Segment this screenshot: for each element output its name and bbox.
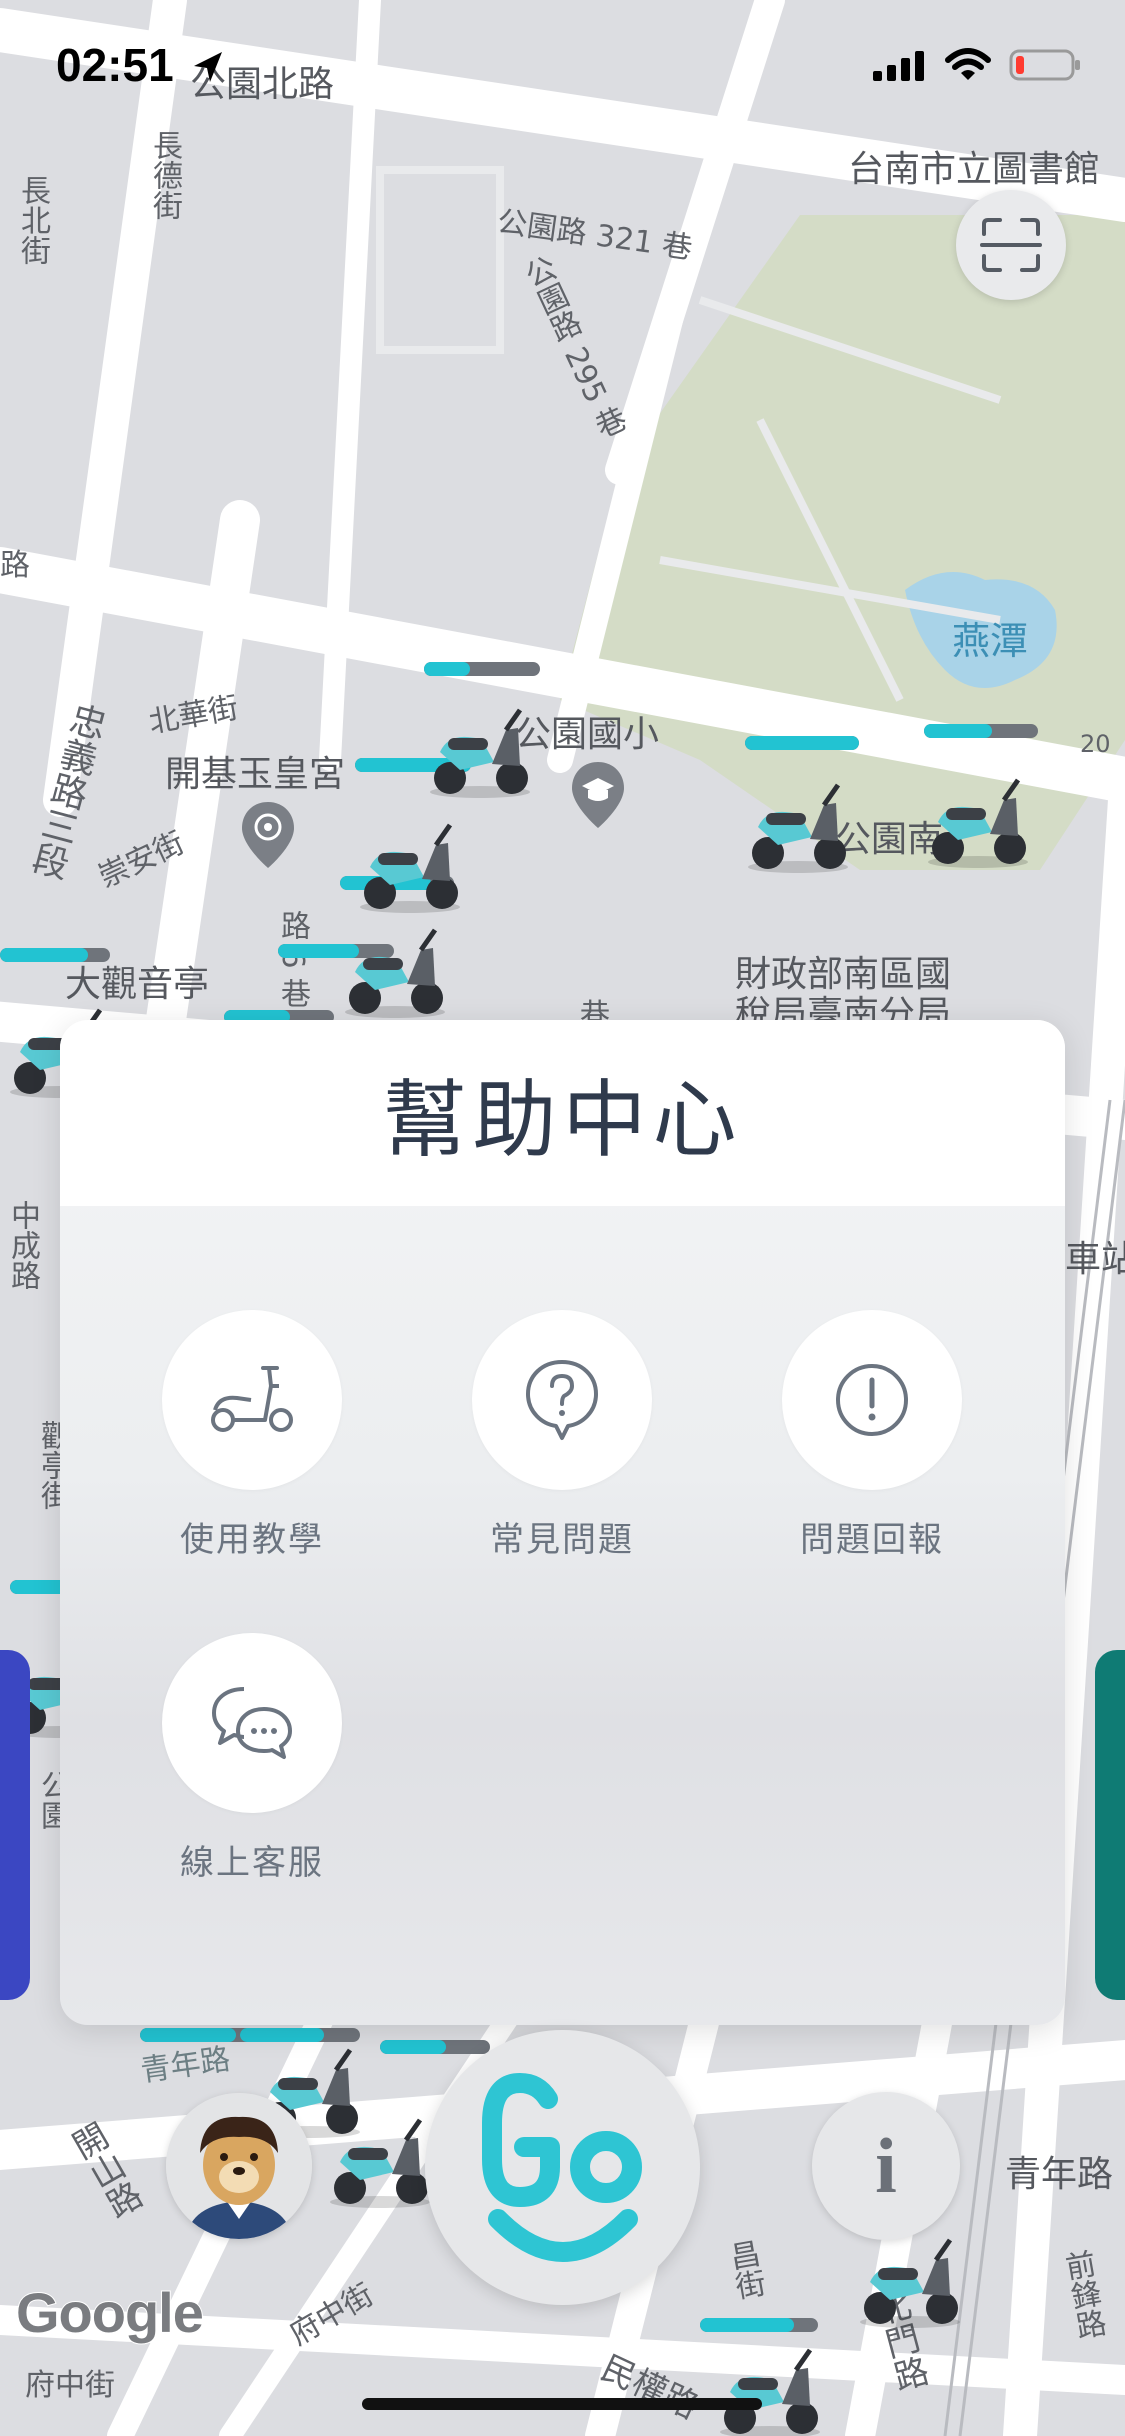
scooter-icon[interactable] bbox=[335, 920, 455, 1020]
map-label: 路 6 巷 bbox=[275, 910, 310, 1009]
route-badge: 20 bbox=[1080, 730, 1111, 758]
scooter-icon bbox=[211, 1366, 293, 1432]
scooter-battery bbox=[424, 662, 540, 676]
info-label: i bbox=[875, 2122, 897, 2209]
school-poi-icon[interactable] bbox=[570, 760, 626, 830]
scooter-icon[interactable] bbox=[350, 815, 470, 915]
avatar-icon bbox=[166, 2093, 312, 2239]
status-icons bbox=[873, 48, 1081, 82]
scooter-battery bbox=[0, 948, 110, 962]
scooter-icon[interactable] bbox=[710, 2340, 830, 2436]
map-label: 長北街 bbox=[15, 175, 50, 265]
status-time: 02:51 bbox=[56, 39, 174, 91]
scooter-icon[interactable] bbox=[320, 2110, 440, 2210]
help-item-live-chat[interactable]: 線上客服 bbox=[122, 1633, 382, 1884]
scooter-battery bbox=[924, 724, 1038, 738]
map-label: 府中街 bbox=[25, 2368, 115, 2403]
help-item-label: 使用教學 bbox=[180, 1520, 324, 1560]
scooter-icon[interactable] bbox=[850, 2230, 970, 2330]
scan-icon bbox=[980, 218, 1042, 272]
battery-icon bbox=[1009, 49, 1080, 81]
map-label: 台南市立圖書館 bbox=[848, 149, 1101, 190]
cellular-signal-icon bbox=[873, 51, 924, 81]
temple-poi-icon[interactable] bbox=[240, 800, 296, 870]
scooter-icon[interactable] bbox=[420, 700, 540, 800]
help-center-modal: 幫助中心 使用教學 常見問題 問題回報 線上客服 bbox=[60, 1020, 1065, 2025]
map-label: 青年路 bbox=[1005, 2154, 1114, 2195]
help-item-tutorial[interactable]: 使用教學 bbox=[122, 1310, 382, 1561]
home-indicator[interactable] bbox=[362, 2398, 762, 2410]
user-avatar-button[interactable] bbox=[166, 2093, 312, 2239]
help-center-header: 幫助中心 bbox=[60, 1020, 1065, 1206]
help-item-label: 問題回報 bbox=[800, 1520, 944, 1560]
go-button[interactable]: Go bbox=[425, 2030, 700, 2305]
question-bubble-icon bbox=[526, 1360, 598, 1440]
map-label: 長德街 bbox=[147, 130, 182, 220]
scooter-icon[interactable] bbox=[918, 770, 1038, 870]
side-tab-left[interactable] bbox=[0, 1650, 30, 2000]
map-label: 車站 bbox=[1065, 1239, 1125, 1280]
help-item-faq[interactable]: 常見問題 bbox=[432, 1310, 692, 1561]
map-label: 中成路 bbox=[5, 1200, 40, 1290]
help-item-label: 線上客服 bbox=[180, 1843, 324, 1883]
exclamation-icon bbox=[836, 1364, 908, 1436]
side-tab-right[interactable] bbox=[1095, 1650, 1125, 2000]
scooter-icon[interactable] bbox=[738, 775, 858, 875]
help-item-circle[interactable] bbox=[472, 1310, 652, 1490]
help-item-circle[interactable] bbox=[162, 1310, 342, 1490]
scan-qr-button[interactable] bbox=[956, 190, 1066, 300]
scooter-battery bbox=[380, 2040, 490, 2054]
help-item-label: 常見問題 bbox=[490, 1520, 634, 1560]
help-item-circle[interactable] bbox=[162, 1633, 342, 1813]
help-item-circle[interactable] bbox=[782, 1310, 962, 1490]
scooter-battery bbox=[700, 2318, 818, 2332]
location-arrow-icon bbox=[194, 52, 222, 82]
help-item-report[interactable]: 問題回報 bbox=[742, 1310, 1002, 1561]
wifi-icon bbox=[945, 48, 991, 80]
info-button[interactable]: i bbox=[812, 2092, 960, 2240]
scooter-battery bbox=[745, 736, 859, 750]
help-center-title: 幫助中心 bbox=[382, 1070, 743, 1169]
go-logo-icon bbox=[481, 2072, 642, 2262]
map-label: 燕潭 bbox=[952, 619, 1029, 663]
google-logo: Google bbox=[15, 2280, 205, 2345]
status-bar: 02:51 bbox=[0, 0, 1125, 120]
map-label: 開基玉皇宮 bbox=[165, 754, 346, 795]
chat-bubbles-icon bbox=[212, 1687, 292, 1759]
map-label: 路 bbox=[0, 548, 30, 583]
